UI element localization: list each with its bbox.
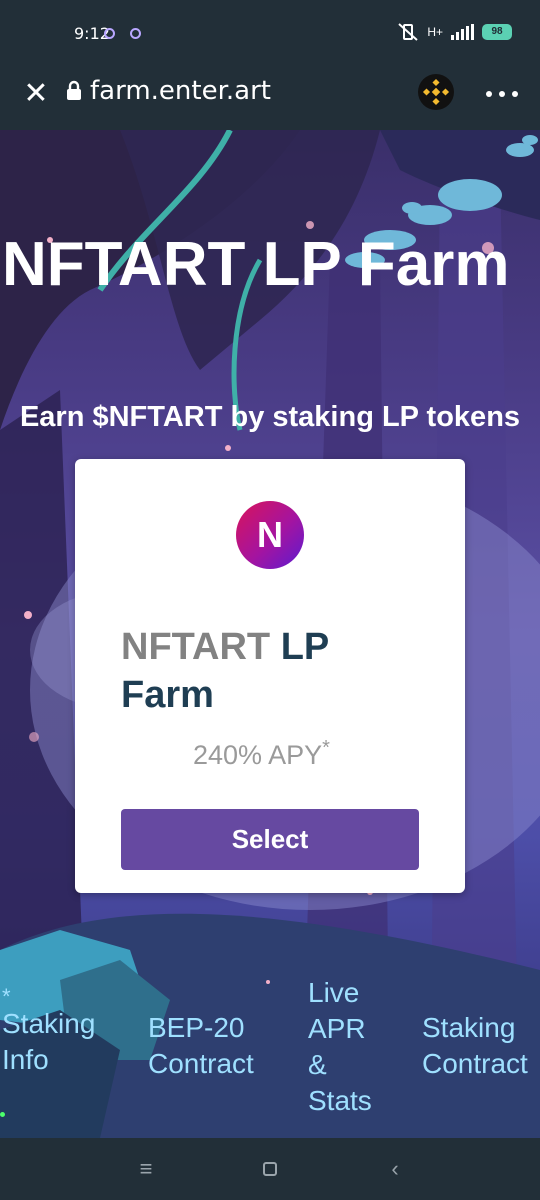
close-icon[interactable]: ✕ [18,76,54,112]
more-icon[interactable] [484,76,520,112]
link-prefix: * [2,984,11,1009]
menu-icon[interactable]: ≡ [131,1154,161,1184]
bnb-icon[interactable] [418,74,454,110]
apy-asterisk: * [322,737,330,759]
url-text[interactable]: farm.enter.art [90,76,271,106]
nftart-logo: N [236,501,304,569]
link-label: Live APR & Stats [308,977,372,1116]
card-title: NFTART LP Farm [121,623,421,719]
card-title-token: NFTART [121,626,271,668]
signal-icon [451,24,474,40]
apy-text: 240% APY [193,740,323,770]
farm-card: N NFTART LP Farm 240% APY* Select [75,459,465,893]
system-nav-bar: ≡ ‹ [0,1138,540,1200]
battery-icon: 98 [482,24,512,40]
network-type: H+ [427,25,443,39]
link-label: Staking Info [2,1008,96,1075]
link-label: Staking Contract [422,1012,528,1079]
link-staking-info[interactable]: * Staking Info [2,984,112,1078]
link-bep20-contract[interactable]: BEP-20 Contract [148,1010,278,1082]
apy-value: 240% APY* [193,737,330,771]
page-subtitle: Earn $NFTART by staking LP tokens [19,401,521,433]
browser-toolbar: ✕ farm.enter.art [0,64,540,130]
indicator-dot [0,1112,5,1117]
lock-icon [67,80,81,100]
status-indicators: H+ 98 [397,22,512,42]
vibrate-icon [398,23,418,41]
chevron-left-icon[interactable]: ‹ [380,1154,410,1184]
card-title-farm: Farm [121,674,214,716]
logo-letter: N [257,514,283,555]
link-live-apr-stats[interactable]: Live APR & Stats [308,975,378,1119]
link-label: BEP-20 Contract [148,1012,254,1079]
status-bar: 9:12 H+ 98 [0,0,540,64]
link-staking-contract[interactable]: Staking Contract [422,1010,540,1082]
hero-section: NFTART LP Farm Earn $NFTART by staking L… [0,130,540,1138]
square-icon[interactable] [255,1154,285,1184]
select-button[interactable]: Select [121,809,419,870]
card-title-lp: LP [280,626,330,668]
page-title: NFTART LP Farm [2,230,510,299]
notification-icon [104,28,115,39]
notification-icon [130,28,141,39]
